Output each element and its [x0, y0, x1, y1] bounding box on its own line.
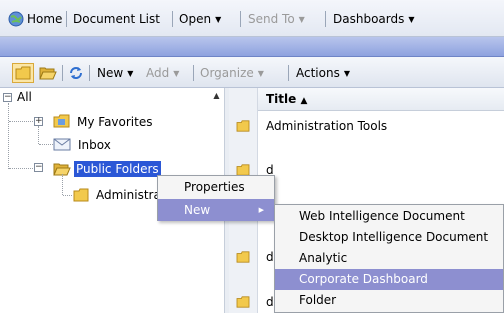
tree-node-administration[interactable]: Administra — [96, 187, 161, 203]
tree-line — [8, 103, 9, 169]
open-label: Open — [179, 12, 212, 26]
separator — [288, 65, 289, 81]
document-list-link[interactable]: Document List — [73, 11, 160, 27]
collapse-all-icon[interactable]: − — [3, 93, 12, 102]
new-submenu: Web Intelligence Document Desktop Intell… — [274, 204, 504, 313]
menu-item-properties[interactable]: Properties — [158, 176, 274, 198]
send-to-menu[interactable]: Send To ▼ — [248, 11, 305, 27]
tree-node-public-folders[interactable]: Public Folders — [74, 161, 161, 177]
chevron-down-icon: ▼ — [215, 15, 222, 24]
separator — [325, 11, 326, 27]
add-label: Add — [146, 66, 170, 80]
favorites-folder-icon — [53, 114, 70, 128]
dashboards-label: Dashboards — [333, 12, 405, 26]
expand-my-favorites-icon[interactable]: + — [34, 117, 43, 126]
menu-item-desktop-intelligence-document[interactable]: Desktop Intelligence Document — [275, 227, 503, 248]
list-item-title: d — [266, 295, 274, 309]
tree-node-inbox[interactable]: Inbox — [78, 137, 111, 153]
new-label: New — [97, 66, 124, 80]
dashboards-menu[interactable]: Dashboards ▼ — [333, 11, 415, 27]
folder-icon — [236, 120, 250, 132]
scroll-up-arrow-icon[interactable]: ▲ — [209, 88, 224, 104]
tree-line — [62, 174, 63, 195]
separator — [66, 11, 67, 27]
open-menu[interactable]: Open ▼ — [179, 11, 221, 27]
tree-line — [63, 195, 72, 196]
separator — [62, 65, 63, 81]
list-item-title: d — [266, 250, 274, 264]
tree-node-my-favorites[interactable]: My Favorites — [77, 114, 152, 130]
menu-item-new-label: New — [184, 203, 211, 217]
folder-icon — [236, 296, 250, 308]
separator — [193, 65, 194, 81]
context-menu: Properties New ▶ — [157, 175, 275, 221]
tree-line — [9, 121, 33, 122]
title-column-header[interactable]: Title ▲ — [258, 88, 504, 111]
title-header-label: Title — [266, 92, 297, 106]
separator — [240, 11, 241, 27]
home-globe-icon[interactable] — [8, 11, 24, 27]
tree-node-all[interactable]: All — [17, 89, 32, 105]
tree-line — [38, 126, 39, 144]
chevron-down-icon: ▼ — [343, 69, 350, 78]
collapse-public-folders-icon[interactable]: − — [34, 163, 43, 172]
menu-item-analytic[interactable]: Analytic — [275, 248, 503, 269]
add-menu[interactable]: Add ▼ — [146, 65, 179, 81]
actions-label: Actions — [296, 66, 340, 80]
title-band — [0, 37, 504, 57]
list-item-title: Administration Tools — [266, 119, 388, 133]
list-item[interactable]: Administration Tools — [229, 113, 504, 141]
submenu-arrow-icon: ▶ — [258, 206, 264, 214]
open-folder-icon[interactable] — [39, 66, 57, 80]
chevron-down-icon: ▼ — [257, 69, 264, 78]
tree-line — [39, 144, 53, 145]
tree-line — [9, 168, 33, 169]
menu-item-corporate-dashboard[interactable]: Corporate Dashboard — [275, 269, 503, 290]
inbox-envelope-icon — [53, 138, 71, 151]
home-link[interactable]: Home — [27, 11, 62, 27]
organize-label: Organize — [200, 66, 254, 80]
separator — [172, 11, 173, 27]
folder-icon — [236, 251, 250, 263]
menu-item-folder[interactable]: Folder — [275, 290, 503, 311]
folder-icon — [15, 66, 31, 80]
menu-item-new[interactable]: New ▶ — [158, 199, 274, 221]
sort-ascending-icon: ▲ — [300, 96, 308, 106]
new-menu[interactable]: New ▼ — [97, 65, 133, 81]
organize-menu[interactable]: Organize ▼ — [200, 65, 264, 81]
refresh-icon[interactable] — [68, 65, 84, 81]
send-to-label: Send To — [248, 12, 295, 26]
toolbar: New ▼ Add ▼ Organize ▼ Actions ▼ — [0, 57, 504, 88]
chevron-down-icon: ▼ — [127, 69, 134, 78]
folder-icon — [73, 188, 89, 202]
chevron-down-icon: ▼ — [408, 15, 415, 24]
chevron-down-icon: ▼ — [173, 69, 180, 78]
actions-menu[interactable]: Actions ▼ — [296, 65, 350, 81]
chevron-down-icon: ▼ — [298, 15, 305, 24]
menu-item-web-intelligence-document[interactable]: Web Intelligence Document — [275, 206, 503, 227]
tree-view-button[interactable] — [12, 63, 34, 83]
top-menu-bar: Home Document List Open ▼ Send To ▼ Dashbo… — [0, 0, 504, 37]
separator — [89, 65, 90, 81]
